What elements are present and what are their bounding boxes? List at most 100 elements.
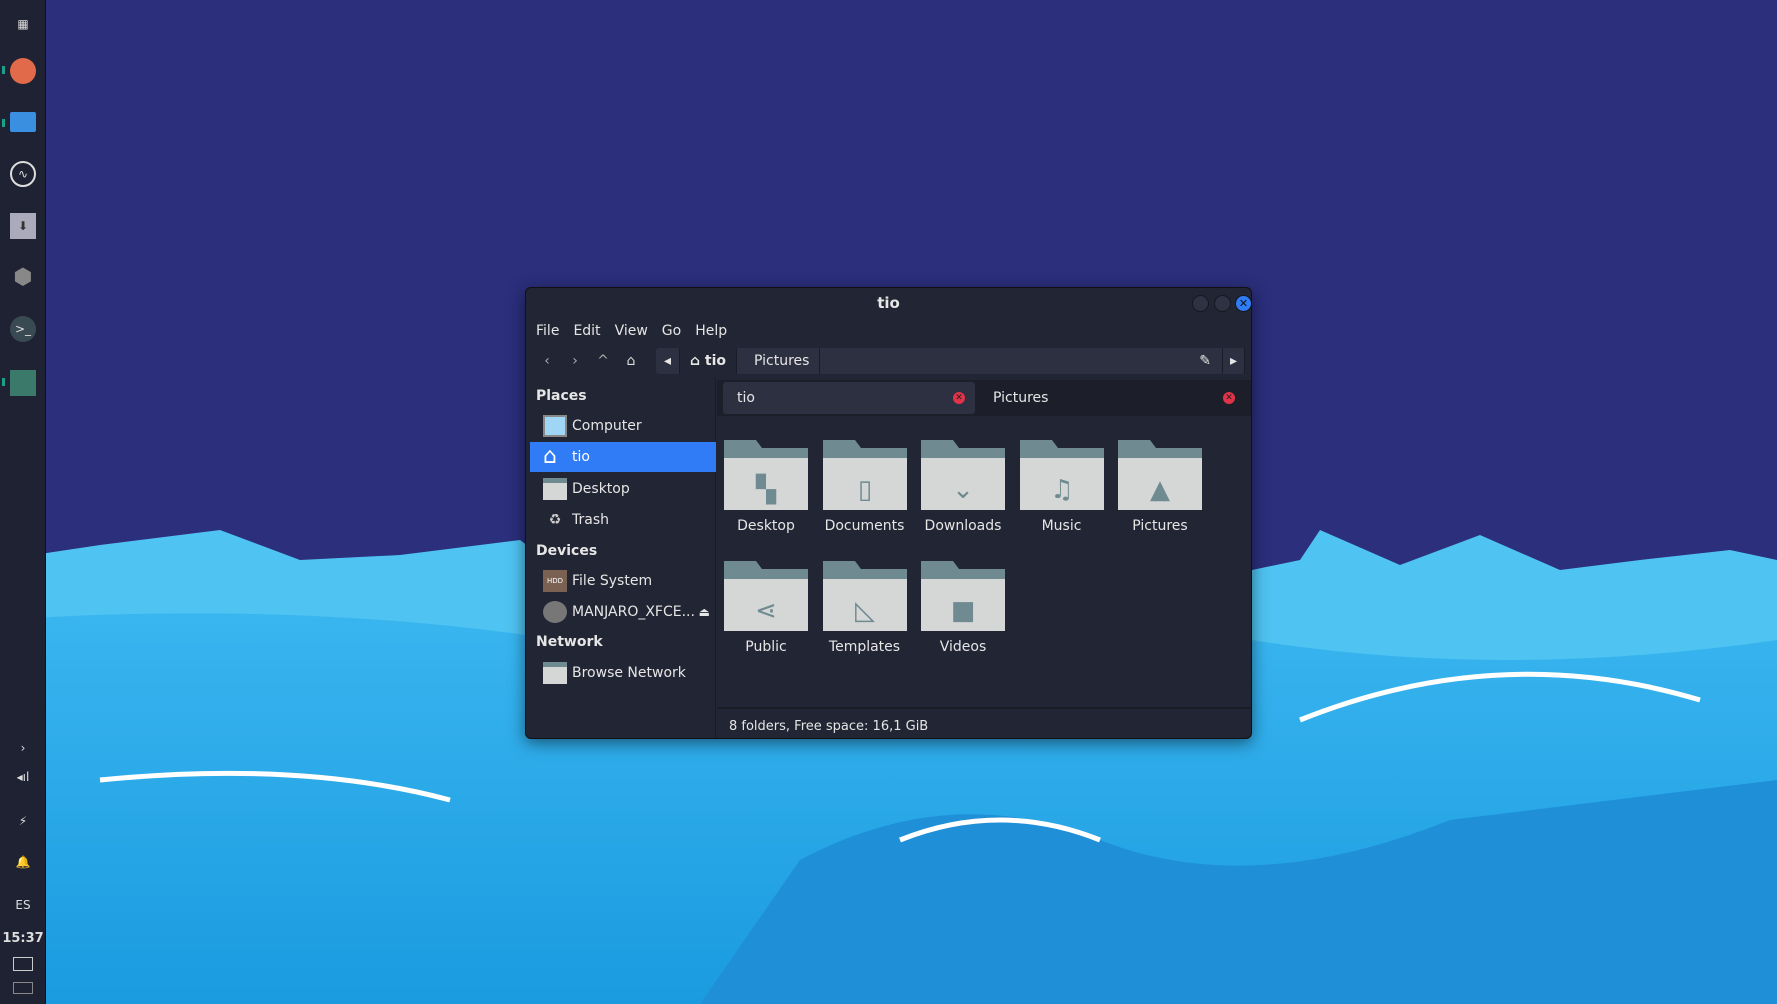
- sidebar-item-label: File System: [572, 573, 653, 589]
- sidebar-item-manjaro[interactable]: MANJARO_XFCE... ⏏: [530, 597, 716, 627]
- tab-tio[interactable]: tio ✕: [723, 382, 975, 414]
- file-manager-icon[interactable]: [10, 112, 36, 132]
- sidebar-item-label: Computer: [572, 418, 642, 434]
- toolbar: ‹ › ^ ⌂ ◂ ⌂ tio Pictures ✎ ▸: [526, 346, 1251, 376]
- optical-disc-icon: [543, 601, 567, 623]
- folder-label: Music: [1041, 518, 1082, 534]
- maximize-button[interactable]: [1214, 295, 1231, 312]
- status-bar: 8 folders, Free space: 16,1 GiB: [717, 707, 1251, 738]
- sidebar-item-browse-network[interactable]: Browse Network: [530, 658, 716, 688]
- folder-item[interactable]: ⌄ Downloads: [918, 440, 1008, 534]
- workspace-2[interactable]: [13, 982, 33, 994]
- devices-header: Devices: [536, 543, 598, 559]
- folder-item[interactable]: ♫ Music: [1017, 440, 1107, 534]
- forward-button[interactable]: ›: [563, 346, 587, 376]
- power-icon[interactable]: ⚡: [10, 808, 36, 834]
- side-panel: ▦ ∿ ⬇ ⬢ >_ › ◂ıl ⚡ 🔔 ES 15:37: [0, 0, 46, 1004]
- hard-drive-icon: HDD: [543, 570, 567, 592]
- folder-label: Templates: [828, 639, 901, 655]
- sidebar-item-desktop[interactable]: Desktop: [530, 474, 716, 504]
- chevron-right-icon[interactable]: ›: [10, 735, 36, 761]
- places-header: Places: [536, 388, 587, 404]
- folder-item[interactable]: ▚ Desktop: [721, 440, 811, 534]
- sidebar: Places Computer ⌂ tio Desktop ♻ Trash Devi…: [526, 378, 716, 738]
- path-bar: ◂ ⌂ tio Pictures ✎ ▸: [656, 348, 1245, 374]
- templates-icon: ◺: [855, 596, 875, 626]
- workspace-icon[interactable]: [10, 370, 36, 396]
- menu-file[interactable]: File: [536, 319, 559, 343]
- notification-icon[interactable]: 🔔: [10, 849, 36, 875]
- folder-icon: ⌄: [921, 440, 1005, 510]
- settings-icon[interactable]: ⬢: [10, 264, 36, 290]
- firefox-icon[interactable]: [10, 58, 36, 84]
- desktop-folder-icon: [543, 478, 567, 500]
- folder-icon: ▯: [822, 440, 907, 510]
- folder-item[interactable]: ■ Videos: [918, 561, 1008, 655]
- tab-label: Pictures: [993, 390, 1049, 406]
- folder-label: Desktop: [737, 518, 795, 534]
- document-icon: ▯: [857, 475, 871, 505]
- menu-view[interactable]: View: [615, 319, 648, 343]
- close-button[interactable]: ✕: [1235, 295, 1251, 312]
- folder-item[interactable]: ⋖ Public: [721, 561, 811, 655]
- home-button[interactable]: ⌂: [619, 346, 643, 376]
- folder-label: Documents: [824, 518, 905, 534]
- back-button[interactable]: ‹: [535, 346, 559, 376]
- download-app-icon[interactable]: ⬇: [10, 213, 36, 239]
- tab-label: tio: [737, 390, 755, 406]
- video-icon: ■: [951, 596, 976, 626]
- path-scroll-right[interactable]: ▸: [1221, 348, 1245, 374]
- desktop-icon: ▚: [755, 473, 777, 505]
- sidebar-item-computer[interactable]: Computer: [530, 411, 716, 441]
- volume-icon[interactable]: ◂ıl: [10, 764, 36, 790]
- running-indicator: [2, 119, 5, 127]
- sidebar-item-label: Trash: [572, 512, 609, 528]
- folder-label: Public: [745, 639, 787, 655]
- terminal-icon[interactable]: >_: [10, 316, 36, 342]
- menu-edit[interactable]: Edit: [573, 319, 600, 343]
- music-icon: ♫: [1050, 475, 1073, 505]
- folder-item[interactable]: ▲ Pictures: [1115, 440, 1205, 534]
- close-tab-icon[interactable]: ✕: [953, 392, 965, 404]
- path-scroll-left[interactable]: ◂: [656, 348, 681, 374]
- menu-bar: File Edit View Go Help: [536, 319, 727, 343]
- folder-label: Videos: [939, 639, 987, 655]
- system-monitor-icon[interactable]: ∿: [10, 161, 36, 187]
- computer-icon: [543, 415, 567, 437]
- folder-icon: ♫: [1019, 440, 1104, 510]
- sidebar-item-label: Browse Network: [572, 665, 686, 681]
- up-button[interactable]: ^: [591, 346, 615, 376]
- folder-label: Downloads: [924, 518, 1002, 534]
- running-indicator: [2, 66, 5, 74]
- sidebar-item-tio[interactable]: ⌂ tio: [530, 442, 716, 472]
- folder-item[interactable]: ▯ Documents: [820, 440, 910, 534]
- sidebar-item-label: tio: [572, 449, 590, 465]
- network-header: Network: [536, 634, 603, 650]
- download-icon: ⌄: [952, 475, 974, 505]
- folder-item[interactable]: ◺ Templates: [820, 561, 910, 655]
- folder-icon: ⋖: [724, 561, 808, 631]
- sidebar-item-trash[interactable]: ♻ Trash: [530, 505, 716, 535]
- crumb-tio[interactable]: ⌂ tio: [680, 348, 738, 374]
- trash-icon: ♻: [548, 512, 562, 528]
- menu-go[interactable]: Go: [662, 319, 681, 343]
- clock[interactable]: 15:37: [2, 925, 43, 951]
- minimize-button[interactable]: [1192, 295, 1209, 312]
- eject-icon[interactable]: ⏏: [699, 597, 710, 627]
- tab-bar: tio ✕ Pictures ✕: [717, 380, 1251, 416]
- network-folder-icon: [543, 662, 567, 684]
- workspace-1[interactable]: [13, 957, 33, 971]
- folder-icon: ◺: [822, 561, 907, 631]
- close-tab-icon[interactable]: ✕: [1223, 392, 1235, 404]
- keyboard-layout[interactable]: ES: [10, 892, 36, 918]
- menu-help[interactable]: Help: [695, 319, 727, 343]
- crumb-pictures[interactable]: Pictures: [744, 348, 821, 374]
- folder-icon: ■: [921, 561, 1005, 631]
- edit-path-icon[interactable]: ✎: [1189, 348, 1221, 374]
- sidebar-item-label: Desktop: [572, 481, 630, 497]
- folder-label: Pictures: [1132, 518, 1188, 534]
- sidebar-item-file-system[interactable]: HDD File System: [530, 566, 716, 596]
- tab-pictures[interactable]: Pictures ✕: [979, 382, 1249, 414]
- folder-grid: ▚ Desktop ▯ Documents ⌄ Downloads ♫ Music ▲ Pictu…: [717, 418, 1251, 706]
- app-menu-icon[interactable]: ▦: [10, 11, 36, 37]
